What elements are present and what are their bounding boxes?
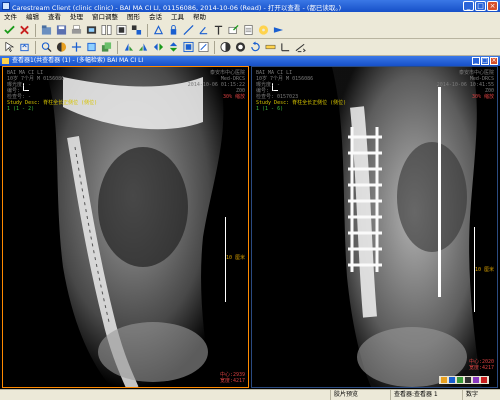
toolbar-separator — [214, 40, 215, 54]
tray-angle-icon[interactable] — [473, 377, 479, 383]
tray-zoom-icon[interactable] — [449, 377, 455, 383]
institution-overlay: 泰安市中心医院 Med-DRCS 2014-10-06 01:15:22 Z00… — [188, 70, 245, 100]
status-viewer: 查看器:查看器 1 — [390, 390, 462, 400]
app-icon — [2, 2, 10, 10]
menu-tools[interactable]: 工具 — [171, 12, 184, 22]
actual-size-icon[interactable] — [197, 41, 210, 54]
checkmark-icon[interactable] — [3, 24, 16, 37]
maximize-button[interactable]: □ — [475, 1, 486, 11]
cancel-icon[interactable] — [18, 24, 31, 37]
measure-icon[interactable] — [182, 24, 195, 37]
angle-tool-icon[interactable] — [279, 41, 292, 54]
menu-window-adjust[interactable]: 窗口调整 — [92, 12, 118, 22]
viewer-title: 查看器1(共查看器 (1) - (多幅检索) BAI MA CI LI — [12, 57, 144, 64]
save-icon[interactable] — [55, 24, 68, 37]
viewer-close-button[interactable]: × — [490, 57, 498, 65]
menu-view[interactable]: 查看 — [48, 12, 61, 22]
scale-ruler — [474, 227, 475, 312]
scale-label: 10 厘米 — [474, 267, 494, 273]
pan-icon[interactable] — [70, 41, 83, 54]
window-titlebar: Carestream Client (clinic clinic) - BAI … — [0, 0, 500, 12]
zoom-icon[interactable] — [40, 41, 53, 54]
print-icon[interactable] — [70, 24, 83, 37]
burn-cd-icon[interactable] — [257, 24, 270, 37]
zoom-level: 30% 缩放 — [471, 94, 494, 100]
menu-graphics[interactable]: 图形 — [127, 12, 140, 22]
window-controls: _ □ × — [463, 1, 498, 11]
scale-ruler — [225, 217, 226, 302]
contrast-icon[interactable] — [234, 41, 247, 54]
toolbar-main — [0, 22, 500, 39]
toolbar-separator — [147, 23, 148, 37]
toolbar-separator — [35, 40, 36, 54]
viewer-header: 查看器1(共查看器 (1) - (多幅检索) BAI MA CI LI _ □ … — [0, 56, 500, 66]
flip-horizontal-icon[interactable] — [152, 41, 165, 54]
rotate-right-icon[interactable] — [137, 41, 150, 54]
send-icon[interactable] — [272, 24, 285, 37]
menu-help[interactable]: 帮助 — [193, 12, 206, 22]
image-index: 1 (1 - 2) — [7, 106, 35, 112]
single-view-icon[interactable] — [115, 24, 128, 37]
window-level-overlay: 中心:2939 宽度:4217 — [220, 372, 245, 384]
flip-vertical-icon[interactable] — [167, 41, 180, 54]
minimize-button[interactable]: _ — [463, 1, 474, 11]
toolbar-separator — [35, 23, 36, 37]
menu-bar: 文件 编辑 查看 处理 窗口调整 图形 会话 工具 帮助 — [0, 12, 500, 22]
lock-icon[interactable] — [167, 24, 180, 37]
zoom-level: 30% 缩放 — [222, 94, 245, 100]
film-icon[interactable] — [85, 24, 98, 37]
image-pane-right[interactable]: BAI MA CI LI 10岁 7个月 M 0156086 曝光度: - 编号… — [251, 66, 498, 388]
image-pane-left[interactable]: BAI MA CI LI 10岁 7个月 M 0156086 曝光度: - 编号… — [2, 66, 249, 388]
pointer-icon[interactable] — [3, 41, 16, 54]
xray-image-right[interactable] — [252, 67, 498, 388]
toolbar-tools — [0, 39, 500, 56]
tray-reset-icon[interactable] — [481, 377, 487, 383]
reset-icon[interactable] — [249, 41, 262, 54]
ruler-icon[interactable] — [264, 41, 277, 54]
export-icon[interactable] — [227, 24, 240, 37]
toolbar-separator — [117, 40, 118, 54]
stack-icon[interactable] — [100, 41, 113, 54]
fit-icon[interactable] — [182, 41, 195, 54]
patient-info-overlay: BAI MA CI LI 10岁 7个月 M 0156086 曝光度: - 编号… — [256, 70, 346, 112]
window-width: 宽度:4217 — [468, 365, 494, 371]
angle-icon[interactable] — [197, 24, 210, 37]
window-width: 宽度:4217 — [219, 378, 245, 384]
close-button[interactable]: × — [487, 1, 498, 11]
menu-session[interactable]: 会话 — [149, 12, 162, 22]
annotate-icon[interactable] — [152, 24, 165, 37]
viewer-minimize-button[interactable]: _ — [472, 57, 480, 65]
open-study-icon[interactable] — [40, 24, 53, 37]
menu-file[interactable]: 文件 — [4, 12, 17, 22]
mini-toolbar — [439, 376, 489, 384]
scale-label: 10 厘米 — [225, 255, 245, 261]
status-film-preview: 胶片预览 — [330, 390, 390, 400]
cobb-angle-icon[interactable] — [294, 41, 307, 54]
institution-overlay: 泰安市中心医院 Med-DRCS 2014-10-06 10:41:55 Z00… — [437, 70, 494, 100]
layout-icon[interactable] — [100, 24, 113, 37]
tray-ruler-icon[interactable] — [441, 377, 447, 383]
rotate-left-icon[interactable] — [122, 41, 135, 54]
tray-pan-icon[interactable] — [457, 377, 463, 383]
xray-image-left[interactable] — [3, 67, 249, 388]
magnifier-icon[interactable] — [85, 41, 98, 54]
viewer-controls: _ □ × — [472, 57, 498, 65]
folder-icon — [2, 58, 9, 64]
mouse-mode-icon[interactable] — [18, 41, 31, 54]
menu-process[interactable]: 处理 — [70, 12, 83, 22]
window-level-overlay: 中心:2020 宽度:4217 — [469, 359, 494, 371]
tray-text-icon[interactable] — [465, 377, 471, 383]
status-numlock: 数字 — [462, 390, 500, 400]
patient-info-overlay: BAI MA CI LI 10岁 7个月 M 0156086 曝光度: - 编号… — [7, 70, 97, 112]
text-icon[interactable] — [212, 24, 225, 37]
viewer-restore-button[interactable]: □ — [481, 57, 489, 65]
invert-icon[interactable] — [219, 41, 232, 54]
window-title: Carestream Client (clinic clinic) - BAI … — [12, 4, 342, 12]
status-bar: 胶片预览 查看器:查看器 1 数字 — [0, 389, 500, 400]
report-icon[interactable] — [242, 24, 255, 37]
image-index: 1 (1 - 6) — [256, 106, 284, 112]
menu-edit[interactable]: 编辑 — [26, 12, 39, 22]
window-level-icon[interactable] — [55, 41, 68, 54]
arrange-icon[interactable] — [130, 24, 143, 37]
